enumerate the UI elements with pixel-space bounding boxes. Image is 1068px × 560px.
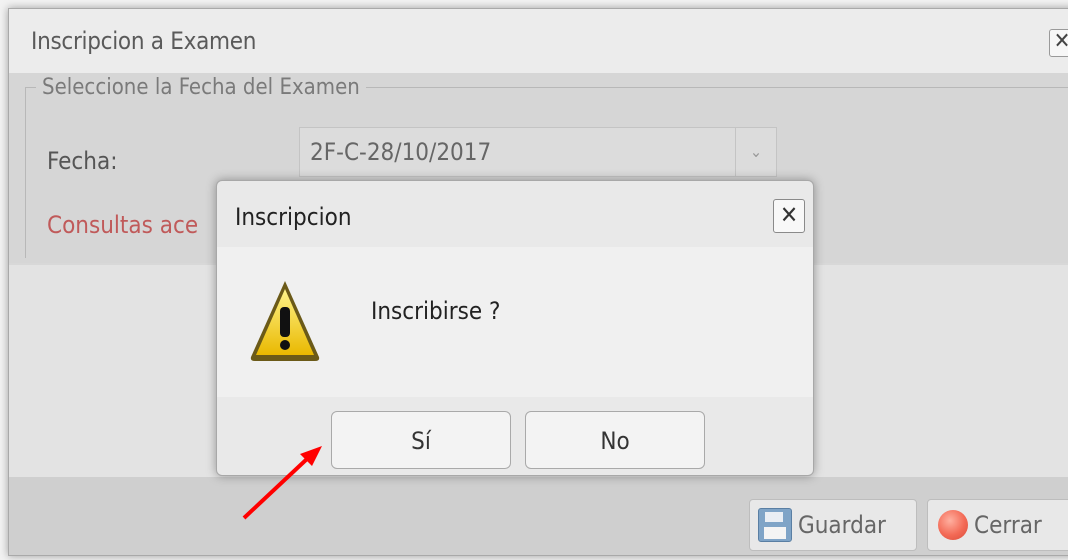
save-icon xyxy=(758,508,792,542)
cerrar-button[interactable]: Cerrar xyxy=(927,499,1068,551)
guardar-button[interactable]: Guardar xyxy=(749,499,917,551)
consultas-text: Consultas ace xyxy=(47,211,199,239)
fecha-label: Fecha: xyxy=(47,147,118,175)
dialog-close-button[interactable]: ✕ xyxy=(773,199,805,233)
warning-icon xyxy=(250,281,320,361)
guardar-label: Guardar xyxy=(798,511,886,539)
dialog-message: Inscribirse ? xyxy=(371,297,501,325)
fecha-combobox-value: 2F-C-28/10/2017 xyxy=(310,138,492,166)
close-circle-icon xyxy=(938,510,968,540)
window-header: Inscripcion a Examen ✕ xyxy=(9,9,1068,73)
confirm-dialog: Inscripcion ✕ Inscribirse ? Sí No xyxy=(216,180,814,476)
window-close-button[interactable]: ✕ xyxy=(1049,29,1068,57)
dialog-title: Inscripcion xyxy=(235,203,352,231)
fieldset-legend: Seleccione la Fecha del Examen xyxy=(42,75,360,100)
chevron-down-icon[interactable]: ⌄ xyxy=(735,128,776,176)
cerrar-label: Cerrar xyxy=(974,511,1042,539)
yes-button[interactable]: Sí xyxy=(331,411,511,469)
dialog-body: Inscribirse ? xyxy=(217,247,813,397)
window-title: Inscripcion a Examen xyxy=(31,27,257,55)
no-button[interactable]: No xyxy=(525,411,705,469)
fecha-combobox[interactable]: 2F-C-28/10/2017 ⌄ xyxy=(299,127,777,177)
